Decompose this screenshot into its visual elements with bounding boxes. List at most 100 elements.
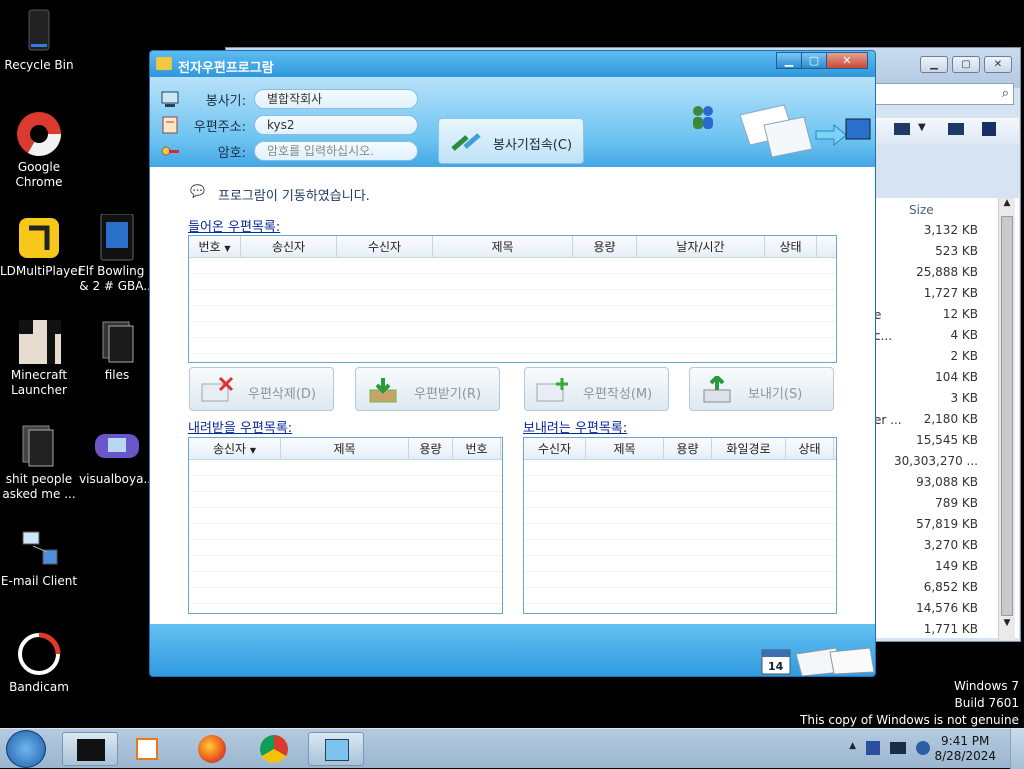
download-list-title: 내려받을 우편목록: bbox=[188, 421, 293, 436]
show-desktop-button[interactable] bbox=[1010, 729, 1024, 769]
connect-button-label: 봉사기접속(C) bbox=[493, 138, 573, 153]
column-header[interactable]: 수신자 bbox=[524, 438, 586, 459]
preview-pane-icon[interactable] bbox=[948, 123, 964, 135]
desktop-icon-email-client[interactable]: E-mail Client bbox=[0, 524, 78, 589]
tray-icon[interactable] bbox=[866, 741, 880, 755]
column-header[interactable]: 날자/시간 bbox=[637, 236, 765, 257]
password-field[interactable]: 암호를 입력하십시오. bbox=[254, 141, 418, 161]
status-bubble-icon: 💬 bbox=[190, 184, 205, 198]
taskbar-chrome[interactable] bbox=[246, 732, 302, 766]
column-header[interactable]: 번호 ▼ bbox=[189, 236, 241, 257]
file-size-cell: 25,888 KB bbox=[916, 265, 978, 279]
desktop-icon-minecraft-launcher[interactable]: Minecraft Launcher bbox=[0, 318, 78, 398]
column-header[interactable]: 수신자 bbox=[337, 236, 433, 257]
volume-icon[interactable] bbox=[916, 741, 930, 755]
tray-expand-icon[interactable]: ▲ bbox=[849, 741, 856, 751]
download-list-rows bbox=[189, 460, 502, 613]
connect-server-button[interactable]: 봉사기접속(C) bbox=[438, 118, 584, 164]
gba-rom-icon bbox=[95, 213, 139, 261]
desktop-icon-elf-bowling[interactable]: Elf Bowling 1 & 2 # GBA... bbox=[78, 213, 156, 294]
system-clock[interactable]: 9:41 PM 8/28/2024 bbox=[934, 734, 996, 764]
scroll-thumb[interactable] bbox=[1001, 216, 1013, 616]
taskbar-email-client[interactable] bbox=[308, 732, 364, 766]
scroll-up-arrow[interactable]: ▲ bbox=[999, 198, 1015, 214]
envelope-banner-icon bbox=[734, 95, 874, 168]
send-mail-button[interactable]: 보내기(S) bbox=[689, 367, 834, 411]
column-header[interactable]: 송신자 ▼ bbox=[189, 438, 281, 459]
column-header[interactable]: 제목 bbox=[433, 236, 573, 257]
receive-mail-button[interactable]: 우편받기(R) bbox=[355, 367, 500, 411]
column-header[interactable]: 용량 bbox=[573, 236, 637, 257]
help-icon[interactable] bbox=[982, 122, 996, 136]
file-size-cell: 2 KB bbox=[950, 349, 978, 363]
taskbar-media-player[interactable] bbox=[120, 732, 176, 766]
desktop-icon-recycle-bin[interactable]: Recycle Bin bbox=[0, 8, 78, 73]
start-button[interactable] bbox=[6, 730, 46, 768]
desktop-icon-label: Recycle Bin bbox=[4, 58, 74, 72]
desktop-icon-google-chrome[interactable]: Google Chrome bbox=[0, 110, 78, 190]
email-app-window[interactable]: 전자우편프로그람 ▁ ▢ ✕ 봉사기: 별합작회사 우편주소: kys2 암호:… bbox=[149, 50, 876, 677]
taskbar-terminal[interactable] bbox=[62, 732, 118, 766]
file-size-cell: 93,088 KB bbox=[916, 475, 978, 489]
minimize-button[interactable]: ▁ bbox=[776, 52, 802, 69]
column-header[interactable]: 상태 bbox=[765, 236, 817, 257]
column-header[interactable]: 용량 bbox=[664, 438, 712, 459]
windows-watermark: Windows 7 Build 7601 This copy of Window… bbox=[800, 678, 1019, 729]
size-column-header[interactable]: Size bbox=[909, 203, 934, 217]
desktop-icon-files[interactable]: files bbox=[78, 318, 156, 383]
maximize-button[interactable]: ▢ bbox=[952, 56, 980, 73]
send-mail-label: 보내기(S) bbox=[748, 387, 803, 402]
password-label: 암호: bbox=[217, 145, 246, 161]
calendar-day: 14 bbox=[768, 660, 784, 673]
desktop-icon-shit-people[interactable]: shit people asked me ... bbox=[0, 422, 78, 502]
download-list-table[interactable]: 송신자 ▼ 제목 용량 번호 bbox=[188, 437, 503, 614]
send-list-table[interactable]: 수신자 제목 용량 화일경로 상태 bbox=[523, 437, 837, 614]
connection-header: 봉사기: 별합작회사 우편주소: kys2 암호: 암호를 입력하십시오. 봉사… bbox=[150, 77, 875, 167]
file-size-cell: 2,180 KB bbox=[923, 412, 978, 426]
folder-icon bbox=[95, 318, 139, 363]
taskbar-firefox[interactable] bbox=[184, 732, 240, 766]
search-icon: ⌕ bbox=[1001, 86, 1009, 101]
column-header[interactable]: 번호 bbox=[453, 438, 501, 459]
explorer-search-input[interactable]: ⌕ bbox=[874, 83, 1014, 105]
desktop-icon-bandicam[interactable]: Bandicam bbox=[0, 630, 78, 695]
server-field[interactable]: 별합작회사 bbox=[254, 89, 418, 109]
desktop-icon-ldmultiplayer[interactable]: LDMultiPlayer bbox=[0, 214, 83, 279]
column-header[interactable]: 제목 bbox=[281, 438, 409, 459]
download-list-header: 송신자 ▼ 제목 용량 번호 bbox=[189, 438, 502, 460]
view-options-icon[interactable] bbox=[894, 123, 910, 135]
file-size-cell: 14,576 KB bbox=[916, 601, 978, 615]
column-header[interactable]: 송신자 bbox=[241, 236, 337, 257]
send-list-title: 보내려는 우편목록: bbox=[523, 421, 628, 436]
maximize-button[interactable]: ▢ bbox=[801, 52, 827, 69]
column-header[interactable]: 제목 bbox=[586, 438, 664, 459]
server-label: 봉사기: bbox=[205, 93, 246, 109]
column-header[interactable]: 화일경로 bbox=[712, 438, 786, 459]
delete-mail-button[interactable]: 우편삭제(D) bbox=[189, 367, 334, 411]
close-button[interactable]: ✕ bbox=[984, 56, 1012, 73]
chevron-down-icon[interactable]: ▼ bbox=[918, 122, 926, 133]
ldmultiplayer-icon bbox=[17, 214, 61, 258]
app-titlebar[interactable]: 전자우편프로그람 ▁ ▢ ✕ bbox=[150, 51, 875, 77]
address-book-icon bbox=[160, 116, 180, 134]
receive-mail-icon bbox=[366, 376, 400, 404]
column-header[interactable]: 상태 bbox=[786, 438, 834, 459]
desktop-icon-visualboy[interactable]: visualboya... bbox=[78, 422, 156, 487]
inbox-table[interactable]: 번호 ▼ 송신자 수신자 제목 용량 날자/시간 상태 bbox=[188, 235, 837, 363]
network-icon[interactable] bbox=[890, 742, 906, 754]
minimize-button[interactable]: ▁ bbox=[920, 56, 948, 73]
app-footer: 14 bbox=[150, 624, 875, 676]
calendar-mail-icon: 14 bbox=[760, 644, 875, 676]
file-size-cell: 523 KB bbox=[935, 244, 978, 258]
scroll-down-arrow[interactable]: ▼ bbox=[999, 618, 1015, 634]
desktop-icon-label: files bbox=[104, 368, 130, 382]
desktop-icon-label: Bandicam bbox=[9, 680, 69, 694]
close-button[interactable]: ✕ bbox=[826, 52, 868, 69]
compose-mail-button[interactable]: 우편작성(M) bbox=[524, 367, 669, 411]
file-size-cell: 1,771 KB bbox=[923, 622, 978, 636]
file-size-cell: 15,545 KB bbox=[916, 433, 978, 447]
column-header[interactable]: 용량 bbox=[409, 438, 453, 459]
chrome-icon bbox=[17, 110, 61, 156]
address-field[interactable]: kys2 bbox=[254, 115, 418, 135]
vertical-scrollbar[interactable]: ▲ ▼ bbox=[998, 198, 1015, 640]
